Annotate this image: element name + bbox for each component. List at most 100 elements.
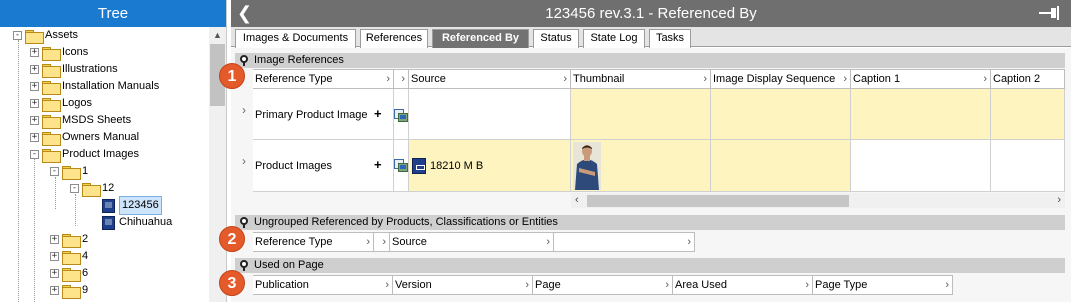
section-header-ungrouped[interactable]: Ungrouped Referenced by Products, Classi… [235,215,1065,230]
tree-item-product-images[interactable]: - Product Images [30,146,139,163]
chevron-right-icon: › [665,279,669,291]
folder-icon [62,165,81,180]
tree-item-label: Owners Manual [62,131,140,143]
column-header-caption-2[interactable]: Caption 2 [991,69,1065,89]
callout-badge-1: 1 [219,63,245,89]
tree-item-12[interactable]: - 12 [70,180,114,197]
column-header-label: Reference Type [255,236,333,248]
expand-icon[interactable]: + [30,116,39,125]
scroll-left-icon[interactable]: ‹ [575,193,579,208]
scroll-up-icon[interactable]: ▲ [209,27,226,44]
expand-icon[interactable]: + [30,65,39,74]
tab-referenced-by[interactable]: Referenced By [432,29,529,48]
tree-item-assets[interactable]: - Assets [13,27,78,44]
collapse-icon[interactable]: - [13,31,22,40]
link-icon[interactable] [394,109,408,123]
expand-icon[interactable]: + [30,99,39,108]
column-header-label: Version [395,279,432,291]
tree-item-installation-manuals[interactable]: + Installation Manuals [30,78,159,95]
collapse-icon[interactable]: - [50,167,59,176]
column-header-reference-type[interactable]: Reference Type › [253,69,394,89]
content-area: Image References Reference Type › › Sour… [219,48,1071,302]
tree-item-illustrations[interactable]: + Illustrations [30,61,118,78]
tree-item-1[interactable]: - 1 [50,163,88,180]
scrollbar-thumb[interactable] [587,195,849,207]
section-header-used-on-page[interactable]: Used on Page [235,258,1065,273]
column-header-publication[interactable]: Publication › [253,275,393,295]
tab-state-log[interactable]: State Log [583,29,645,48]
collapse-icon[interactable]: - [30,150,39,159]
column-header-link[interactable]: › [374,232,390,252]
link-icon[interactable] [394,159,408,173]
folder-icon [42,80,61,95]
page-title: 123456 rev.3.1 - Referenced By [545,5,757,22]
folder-icon [62,250,81,265]
expand-icon[interactable]: + [30,48,39,57]
row-expand-icon[interactable]: › [235,103,253,117]
pin-icon[interactable] [1039,6,1061,20]
cell-source[interactable]: 18210 M B [430,160,483,172]
column-header-source[interactable]: Source › [409,69,571,89]
tree-item-icons[interactable]: + Icons [30,44,88,61]
tree-item-chihuahua[interactable]: Chihuahua [102,214,172,231]
expand-icon[interactable]: + [50,235,59,244]
plus-icon[interactable]: + [374,106,382,121]
folder-icon [42,148,61,163]
plus-icon[interactable]: + [374,157,382,172]
column-header-link[interactable]: › [394,69,409,89]
grid-horizontal-scrollbar[interactable]: ‹ › [571,193,1065,208]
column-header-version[interactable]: Version › [393,275,533,295]
table-cell [409,89,571,140]
expand-icon[interactable]: + [50,286,59,295]
chevron-right-icon: › [546,236,550,248]
table-cell [991,89,1065,140]
folder-icon [62,267,81,282]
tree-item-logos[interactable]: + Logos [30,95,92,112]
tree-item-2[interactable]: + 2 [50,231,88,248]
column-header-thumbnail[interactable]: Thumbnail › [571,69,711,89]
tree-item-6[interactable]: + 6 [50,265,88,282]
pin-icon[interactable] [240,55,248,66]
table-cell [991,140,1065,192]
chevron-right-icon: › [843,73,847,85]
column-header-reference-type[interactable]: Reference Type › [253,232,374,252]
tab-tasks[interactable]: Tasks [649,29,691,48]
chevron-right-icon: › [525,279,529,291]
scroll-right-icon[interactable]: › [1057,193,1061,208]
asset-icon[interactable] [412,158,426,174]
tree-item-owners-manual[interactable]: + Owners Manual [30,129,139,146]
expand-icon[interactable]: + [30,133,39,142]
expand-icon[interactable]: + [30,82,39,91]
main-panel: ❮ 123456 rev.3.1 - Referenced By Images … [219,0,1071,302]
column-header-blank[interactable]: › [554,232,695,252]
thumbnail-image[interactable] [573,142,601,190]
column-header-label: Page [535,279,561,291]
tree-item-4[interactable]: + 4 [50,248,88,265]
tree-body: - Assets + Icons + Illustrations + Insta… [0,27,227,302]
tree-item-9[interactable]: + 9 [50,282,88,299]
column-header-caption-1[interactable]: Caption 1 › [851,69,991,89]
table-cell: Product Images + [253,140,394,192]
column-header-page[interactable]: Page › [533,275,673,295]
column-header-image-display-sequence[interactable]: Image Display Sequence › [711,69,851,89]
tab-status[interactable]: Status [533,29,579,48]
tab-references[interactable]: References [360,29,428,48]
pin-icon[interactable] [240,260,248,271]
collapse-icon[interactable]: - [70,184,79,193]
tree-item-label: 4 [82,250,89,262]
column-header-area-used[interactable]: Area Used › [673,275,813,295]
table-cell [711,140,851,192]
pin-icon[interactable] [240,217,248,228]
chevron-right-icon: › [805,279,809,291]
tree-item-msds-sheets[interactable]: + MSDS Sheets [30,112,131,129]
column-header-source[interactable]: Source › [390,232,554,252]
tab-images-documents[interactable]: Images & Documents [235,29,356,48]
section-header-image-references[interactable]: Image References [235,53,1065,68]
row-expand-icon[interactable]: › [235,154,253,168]
column-header-page-type[interactable]: Page Type › [813,275,953,295]
section-title: Image References [254,54,344,66]
tree-panel: Tree - Assets + Icons + Illustrations + … [0,0,227,302]
expand-icon[interactable]: + [50,252,59,261]
expand-icon[interactable]: + [50,269,59,278]
tree-item-123456[interactable]: 123456 [102,196,162,215]
